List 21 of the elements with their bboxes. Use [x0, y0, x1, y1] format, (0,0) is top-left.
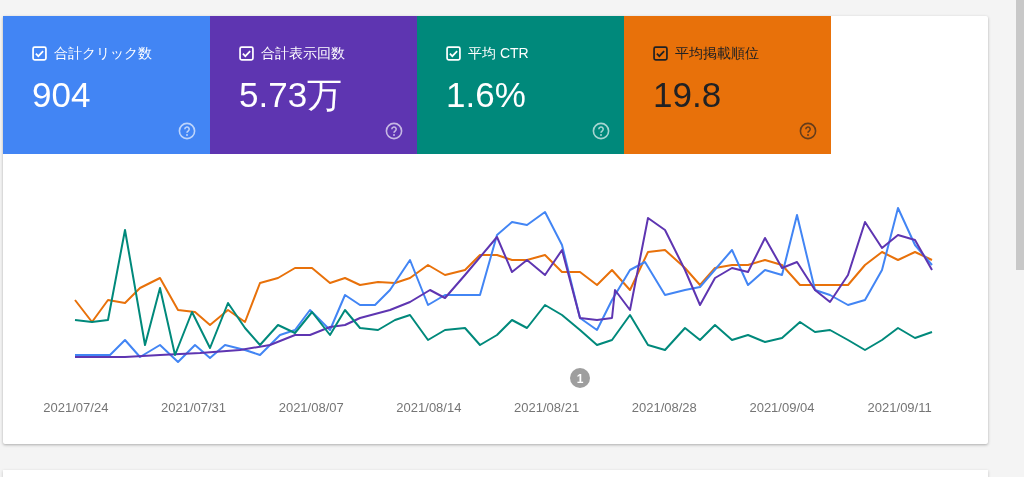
metric-value: 1.6% — [446, 75, 527, 115]
checkbox[interactable] — [653, 45, 668, 61]
axis-date-label: 2021/08/28 — [630, 400, 698, 415]
help-icon[interactable] — [799, 122, 817, 140]
axis-date-label: 2021/08/21 — [513, 400, 581, 415]
metric-label: 合計クリック数 — [54, 44, 152, 62]
metric-label: 平均 CTR — [468, 44, 529, 62]
metric-label: 平均掲載順位 — [675, 44, 759, 62]
metric-value: 19.8 — [653, 75, 723, 115]
axis-date-label: 2021/08/07 — [277, 400, 345, 415]
axis-date-label: 2021/07/24 — [42, 400, 110, 415]
metric-label: 合計表示回数 — [261, 44, 345, 62]
scrollbar-thumb[interactable] — [1016, 0, 1024, 270]
axis-date-label: 2021/08/14 — [395, 400, 463, 415]
annotation-marker[interactable]: 1 — [570, 368, 590, 388]
metric-tile[interactable]: 平均掲載順位 19.8 — [624, 16, 831, 154]
metric-value: 5.73万 — [239, 75, 344, 115]
axis-date-label: 2021/09/04 — [748, 400, 816, 415]
metric-value: 904 — [32, 75, 92, 115]
axis-date-label: 2021/07/31 — [160, 400, 228, 415]
axis-date-label: 2021/09/11 — [866, 400, 933, 415]
